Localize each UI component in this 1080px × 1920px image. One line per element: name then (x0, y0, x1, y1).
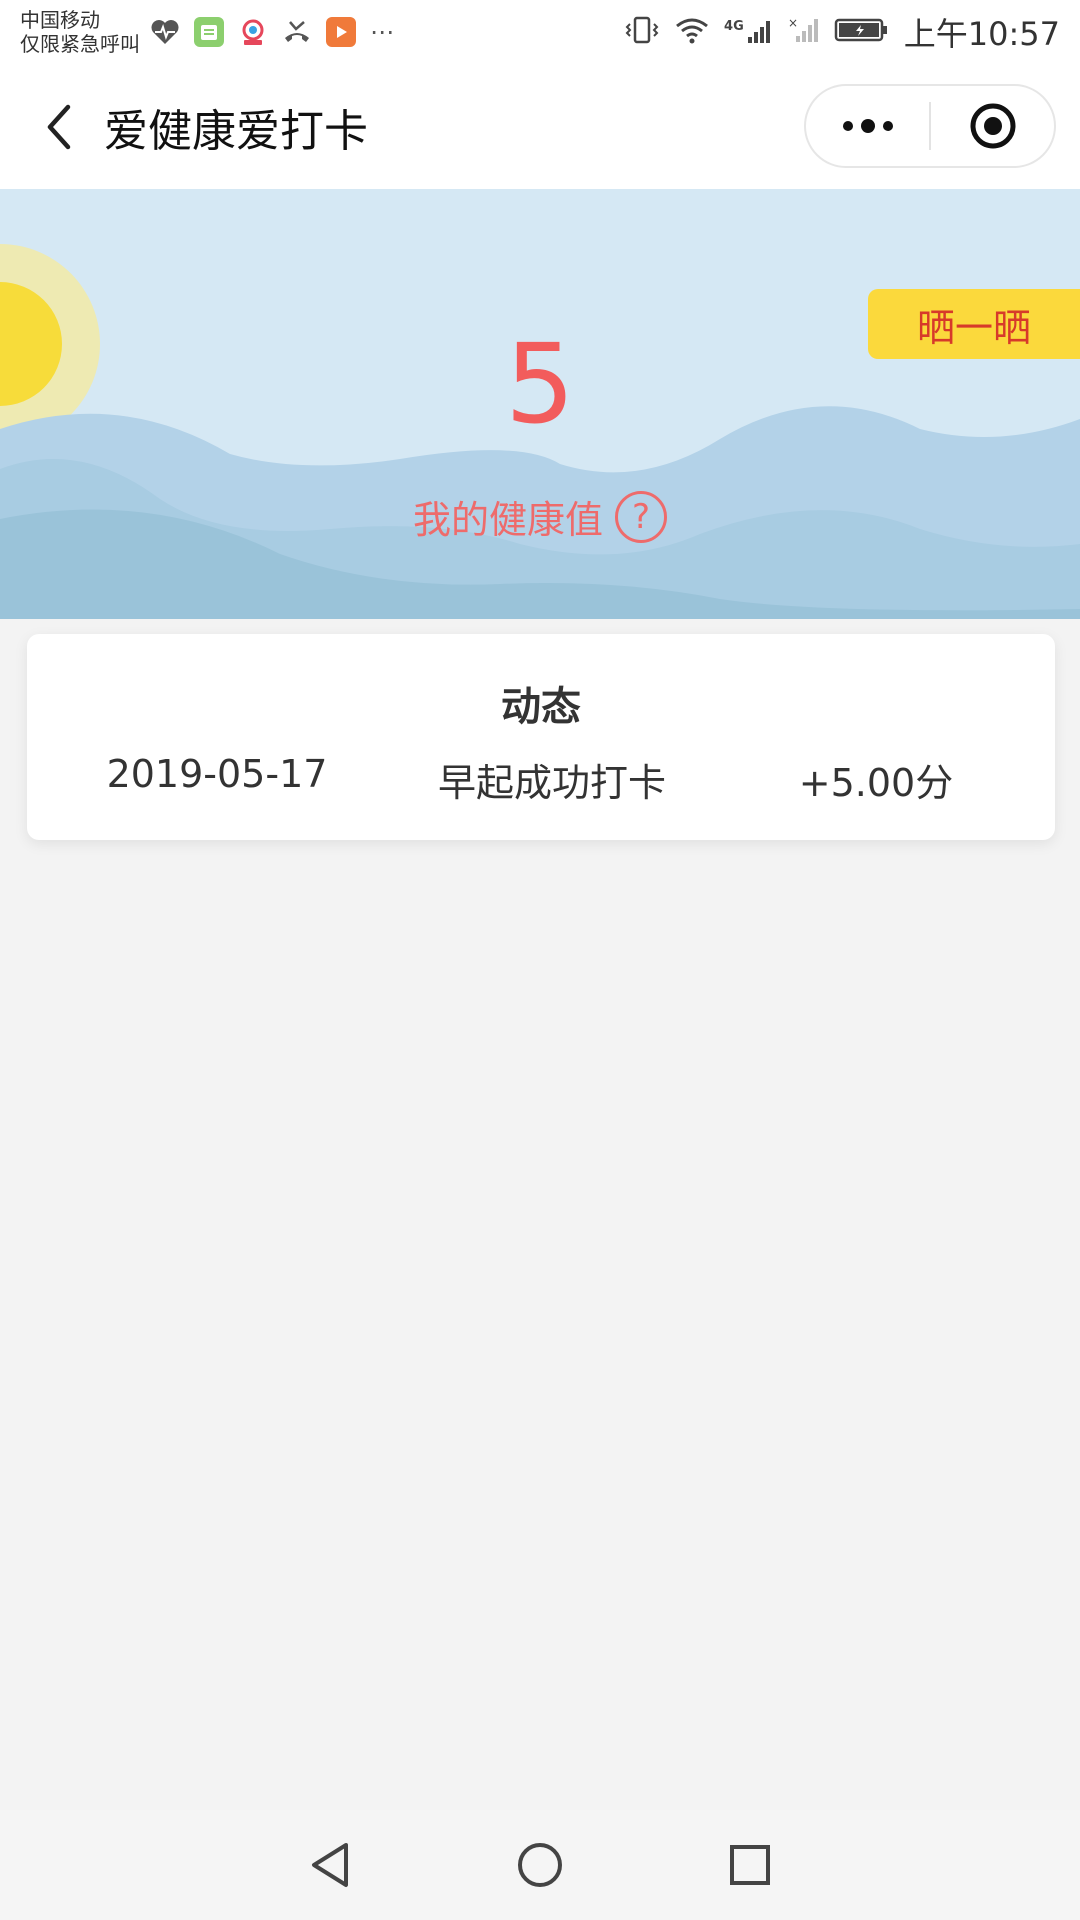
notification-icons: ⋯ (150, 17, 394, 47)
system-nav-bar (0, 1810, 1080, 1920)
carrier-info: 中国移动 仅限紧急呼叫 (20, 8, 140, 56)
screen: 中国移动 仅限紧急呼叫 ⋯ 4G × 上午10:57 爱健康爱打卡 晒一晒 5 … (0, 0, 1080, 1920)
signal-icon: 4G (724, 19, 774, 45)
more-dots-icon: ⋯ (370, 18, 394, 46)
health-hero-banner: 晒一晒 5 我的健康值 ? (0, 189, 1080, 619)
help-glyph: ? (631, 496, 651, 537)
missed-call-icon (282, 17, 312, 47)
health-score: 5 (505, 320, 575, 448)
activity-points: +5.00分 (798, 761, 954, 805)
home-circle-icon (518, 1843, 562, 1887)
camera-icon (238, 17, 268, 47)
activity-row: 2019-05-17 早起成功打卡 +5.00分 (27, 752, 1055, 807)
video-icon (326, 17, 356, 47)
svg-text:×: × (788, 16, 798, 30)
chevron-left-icon (47, 104, 71, 149)
page-title: 爱健康爱打卡 (104, 105, 368, 157)
activity-event: 早起成功打卡 (437, 761, 666, 805)
carrier-status: 仅限紧急呼叫 (20, 32, 140, 56)
vibrate-icon (624, 15, 660, 49)
clock: 上午10:57 (903, 15, 1060, 53)
target-icon (970, 103, 1015, 149)
close-program-button[interactable] (931, 86, 1054, 166)
nav-back-button[interactable] (295, 1830, 365, 1900)
activity-date: 2019-05-17 (106, 752, 328, 796)
back-button[interactable] (20, 87, 100, 167)
health-score-label-row: 我的健康值 ? (0, 489, 1080, 544)
recent-square-icon (730, 1845, 770, 1885)
network-type: 4G (724, 19, 744, 34)
wifi-icon (674, 15, 710, 49)
calendar-icon (194, 17, 224, 47)
nav-home-button[interactable] (505, 1830, 575, 1900)
system-indicators: 4G × 上午10:57 (624, 9, 1060, 55)
activity-title: 动态 (501, 684, 581, 730)
health-icon (150, 17, 180, 47)
back-triangle-icon (312, 1843, 348, 1887)
title-bar: 爱健康爱打卡 (0, 64, 1080, 189)
more-dots-icon (842, 119, 893, 133)
activity-card: 动态 2019-05-17 早起成功打卡 +5.00分 (27, 634, 1055, 840)
nav-recents-button[interactable] (715, 1830, 785, 1900)
health-score-label: 我的健康值 (412, 498, 603, 542)
battery-icon (834, 16, 890, 48)
question-circle-icon[interactable]: ? (615, 490, 667, 543)
more-menu-button[interactable] (806, 86, 929, 166)
status-bar: 中国移动 仅限紧急呼叫 ⋯ 4G × 上午10:57 (0, 0, 1080, 64)
mini-program-capsule (804, 84, 1056, 168)
carrier-name: 中国移动 (20, 8, 100, 32)
no-signal-icon: × (788, 16, 820, 48)
